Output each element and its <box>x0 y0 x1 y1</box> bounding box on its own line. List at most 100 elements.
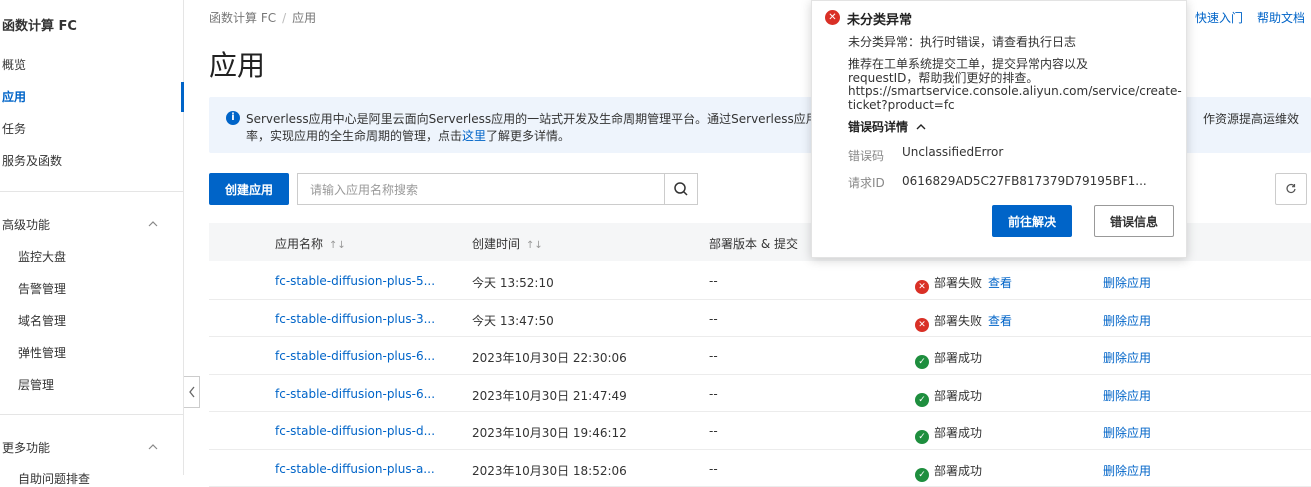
chevron-up-icon[interactable] <box>148 442 158 452</box>
delete-app-link[interactable]: 删除应用 <box>1103 424 1151 441</box>
sidebar-item-domains[interactable]: 域名管理 <box>18 312 66 329</box>
info-text: Serverless应用中心是阿里云面向Serverless应用的一站式开发及生… <box>246 110 842 127</box>
app-name-link[interactable]: fc-stable-diffusion-plus-d... <box>275 424 435 438</box>
sidebar-title: 函数计算 FC <box>2 15 77 34</box>
status-text: 部署成功 <box>934 426 982 440</box>
created-time: 今天 13:52:10 <box>472 274 554 291</box>
delete-app-link[interactable]: 删除应用 <box>1103 312 1151 329</box>
table-row: fc-stable-diffusion-plus-5... 今天 13:52:10… <box>209 262 1311 300</box>
sidebar-item-services[interactable]: 服务及函数 <box>2 152 62 170</box>
info-text-tail: 作资源提高运维效 <box>1203 110 1299 127</box>
delete-app-link[interactable]: 删除应用 <box>1103 274 1151 291</box>
error-icon: ✕ <box>915 318 929 332</box>
sidebar-item-layers[interactable]: 层管理 <box>18 376 54 393</box>
sidebar-collapse-button[interactable] <box>184 376 200 408</box>
status-text: 部署成功 <box>934 351 982 365</box>
info-text: 率，实现应用的全生命周期的管理，点击这里了解更多详情。 <box>246 127 570 144</box>
error-popup: ✕ 未分类异常 未分类异常：执行时错误，请查看执行日志 推荐在工单系统提交工单，… <box>811 0 1187 258</box>
chevron-left-icon <box>188 386 196 398</box>
info-text-prefix: 率，实现应用的全生命周期的管理，点击 <box>246 129 462 143</box>
delete-app-link[interactable]: 删除应用 <box>1103 349 1151 366</box>
popup-title: 未分类异常 <box>847 9 912 28</box>
deploy-version: -- <box>709 462 718 476</box>
app-name-link[interactable]: fc-stable-diffusion-plus-3... <box>275 312 435 326</box>
deploy-version: -- <box>709 424 718 438</box>
deploy-version: -- <box>709 312 718 326</box>
sidebar: 函数计算 FC 概览 应用 任务 服务及函数 高级功能 监控大盘 告警管理 域名… <box>0 0 184 475</box>
app-name-link[interactable]: fc-stable-diffusion-plus-5... <box>275 274 435 288</box>
search-button[interactable] <box>664 173 698 205</box>
status-text: 部署成功 <box>934 389 982 403</box>
error-icon: ✕ <box>825 10 840 25</box>
sidebar-group-advanced[interactable]: 高级功能 <box>2 216 50 233</box>
sidebar-item-alerts[interactable]: 告警管理 <box>18 280 66 297</box>
check-icon: ✓ <box>915 355 929 369</box>
sort-icon: ↑↓ <box>329 240 346 251</box>
request-id-value: 0616829AD5C27FB817379D79195BF1... <box>902 174 1147 188</box>
sidebar-item-overview[interactable]: 概览 <box>2 56 26 74</box>
top-links: 快速入门帮助文档 <box>1181 9 1305 26</box>
refresh-icon <box>1285 183 1297 195</box>
active-indicator <box>181 82 184 112</box>
error-code-label: 错误码 <box>848 147 884 164</box>
app-name-link[interactable]: fc-stable-diffusion-plus-a... <box>275 462 435 476</box>
created-time: 今天 13:47:50 <box>472 312 554 329</box>
error-info-button[interactable]: 错误信息 <box>1094 205 1174 237</box>
sidebar-divider <box>0 414 184 415</box>
created-time: 2023年10月30日 18:52:06 <box>472 462 627 479</box>
refresh-button[interactable] <box>1275 173 1307 205</box>
app-name-link[interactable]: fc-stable-diffusion-plus-6... <box>275 387 435 401</box>
delete-app-link[interactable]: 删除应用 <box>1103 462 1151 479</box>
sidebar-group-more[interactable]: 更多功能 <box>2 439 50 456</box>
status-text: 部署失败 <box>934 276 982 290</box>
delete-app-link[interactable]: 删除应用 <box>1103 387 1151 404</box>
deploy-version: -- <box>709 387 718 401</box>
check-icon: ✓ <box>915 393 929 407</box>
deploy-version: -- <box>709 349 718 363</box>
created-time: 2023年10月30日 19:46:12 <box>472 424 627 441</box>
create-app-button[interactable]: 创建应用 <box>209 173 289 205</box>
sidebar-item-apps[interactable]: 应用 <box>2 88 26 106</box>
deploy-status: ✕ 部署失败查看 <box>915 274 1012 294</box>
breadcrumb-item[interactable]: 函数计算 FC <box>209 11 276 25</box>
deploy-status: ✓部署成功 <box>915 424 982 444</box>
table-row: fc-stable-diffusion-plus-a... 2023年10月30日… <box>209 450 1311 487</box>
popup-ticket-url[interactable]: https://smartservice.console.aliyun.com/… <box>848 84 1182 98</box>
column-header-time[interactable]: 创建时间↑↓ <box>472 235 543 252</box>
status-text: 部署成功 <box>934 464 982 478</box>
error-code-value: UnclassifiedError <box>902 145 1003 159</box>
quickstart-link[interactable]: 快速入门 <box>1195 11 1243 25</box>
sidebar-item-elastic[interactable]: 弹性管理 <box>18 344 66 361</box>
page-title: 应用 <box>209 44 265 84</box>
go-resolve-button[interactable]: 前往解决 <box>992 205 1072 237</box>
column-header-version[interactable]: 部署版本 & 提交 <box>709 235 798 252</box>
deploy-status: ✓ 部署成功 <box>915 387 982 407</box>
view-log-link[interactable]: 查看 <box>988 314 1012 328</box>
error-detail-toggle[interactable]: 错误码详情 <box>848 118 926 135</box>
breadcrumb-separator: / <box>282 11 286 25</box>
deploy-status: ✓ 部署成功 <box>915 349 982 369</box>
created-time: 2023年10月30日 21:47:49 <box>472 387 627 404</box>
created-time: 2023年10月30日 22:30:06 <box>472 349 627 366</box>
app-name-link[interactable]: fc-stable-diffusion-plus-6... <box>275 349 435 363</box>
chevron-up-icon[interactable] <box>148 219 158 229</box>
table-row: fc-stable-diffusion-plus-3... 今天 13:47:50… <box>209 300 1311 338</box>
breadcrumb-item: 应用 <box>292 11 316 25</box>
help-docs-link[interactable]: 帮助文档 <box>1257 11 1305 25</box>
deploy-status: ✓部署成功 <box>915 462 982 482</box>
column-header-name[interactable]: 应用名称↑↓ <box>275 235 346 252</box>
sidebar-item-troubleshoot[interactable]: 自助问题排查 <box>18 470 90 487</box>
error-icon: ✕ <box>915 280 929 294</box>
info-text-suffix: 了解更多详情。 <box>486 129 570 143</box>
view-log-link[interactable]: 查看 <box>988 276 1012 290</box>
status-text: 部署失败 <box>934 314 982 328</box>
popup-ticket-url[interactable]: ticket?product=fc <box>848 98 955 112</box>
info-icon: i <box>226 111 240 125</box>
chevron-up-icon <box>916 123 926 131</box>
sidebar-item-monitor[interactable]: 监控大盘 <box>18 248 66 265</box>
popup-message: 未分类异常：执行时错误，请查看执行日志 <box>848 33 1076 50</box>
search-input[interactable]: 请输入应用名称搜索 <box>297 173 665 205</box>
table-row: fc-stable-diffusion-plus-d... 2023年10月30日… <box>209 412 1311 450</box>
info-more-link[interactable]: 这里 <box>462 129 486 143</box>
sidebar-item-tasks[interactable]: 任务 <box>2 120 26 138</box>
